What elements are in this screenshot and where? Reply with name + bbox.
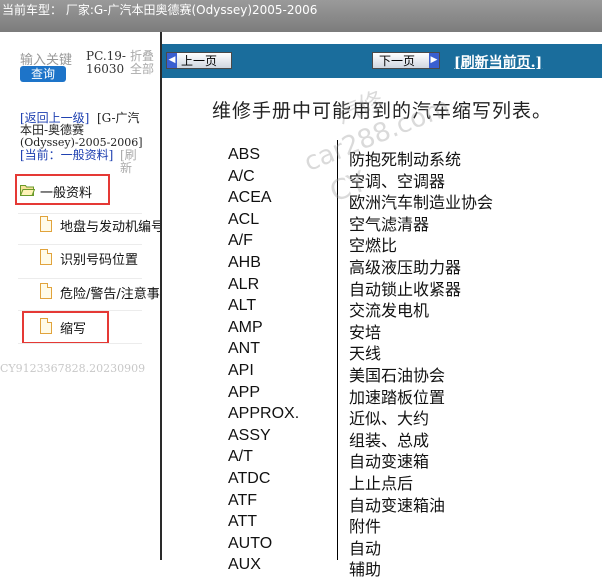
abbreviation-row: ABS 防抱死制动系统 — [228, 146, 598, 169]
abbreviation-code: ALT — [228, 297, 257, 315]
abbreviation-row: A/T 自动变速箱 — [228, 448, 598, 472]
search-button[interactable]: 查询 — [20, 66, 66, 82]
abbreviation-row: ATF 自动变速箱油 — [228, 491, 598, 515]
abbreviation-description: 自动变速箱 — [349, 452, 430, 472]
abbreviation-code: ASSY — [228, 426, 271, 444]
document-icon — [40, 249, 52, 265]
abbreviation-description: 交流发电机 — [349, 301, 430, 321]
abbreviation-code: AUX — [228, 556, 261, 574]
abbreviation-row: APP 加速踏板位置 — [228, 383, 598, 407]
highlight-box — [15, 174, 110, 205]
abbreviation-description: 加速踏板位置 — [349, 387, 446, 407]
document-icon — [40, 216, 52, 232]
footer-code: CY9123367828.20230909 — [0, 362, 146, 375]
prev-page-button[interactable]: ◀ 上一页 — [166, 52, 232, 69]
abbreviation-row: A/C 空调、空调器 — [228, 167, 598, 191]
abbreviation-row: ALR 自动锁止收紧器 — [228, 275, 598, 299]
abbreviation-row: ANT 天线 — [228, 340, 598, 364]
abbreviation-description: 空调、空调器 — [349, 171, 446, 191]
abbreviation-code: ALR — [228, 275, 260, 293]
abbreviation-code: ANT — [228, 340, 260, 358]
window-title-bar: 当前车型： 厂家:G-广汽本田奥德赛(Odyssey)2005-2006 — [0, 0, 602, 32]
abbreviation-description: 防抱死制动系统 — [349, 150, 462, 169]
abbreviation-row: AHB 高级液压助力器 — [228, 254, 598, 277]
abbreviation-row: ATDC 上止点后 — [228, 470, 598, 493]
abbreviation-code: ATT — [228, 513, 258, 531]
abbreviation-row: ACEA 欧洲汽车制造业协会 — [228, 189, 598, 213]
abbreviation-description: 天线 — [349, 344, 382, 364]
abbreviation-code: APPROX. — [228, 405, 300, 423]
abbreviation-code: AHB — [228, 254, 261, 271]
abbreviation-description: 附件 — [349, 517, 382, 537]
abbreviation-description: 上止点后 — [349, 474, 414, 493]
abbreviation-row: ATT 附件 — [228, 513, 598, 537]
next-page-label: 下一页 — [379, 54, 416, 68]
refresh-page-link[interactable]: [刷新当前页.] — [454, 52, 542, 72]
code-line-2: 16030 — [86, 62, 125, 76]
abbreviation-description: 空燃比 — [349, 236, 398, 256]
prev-page-label: 上一页 — [181, 54, 218, 68]
abbreviation-description: 安培 — [349, 322, 382, 342]
abbreviation-description: 高级液压助力器 — [349, 258, 462, 277]
arrow-left-icon: ◀ — [167, 53, 177, 68]
next-page-button[interactable]: 下一页 ▶ — [372, 52, 440, 69]
divider — [18, 244, 142, 245]
abbreviation-description: 近似、大约 — [349, 409, 430, 429]
abbreviation-code: ATF — [228, 491, 258, 509]
abbreviation-code: AUTO — [228, 534, 273, 552]
tree-label: 危险/警告/注意事项 — [60, 287, 162, 302]
abbreviation-code: A/C — [228, 167, 255, 185]
abbreviation-description: 自动 — [349, 538, 382, 558]
divider — [18, 343, 142, 344]
abbreviation-code: ABS — [228, 146, 261, 163]
refresh-link-short-2[interactable]: 新 — [120, 162, 132, 175]
abbreviation-code: API — [228, 362, 254, 379]
arrow-right-icon: ▶ — [429, 53, 439, 68]
document-title: 维修手册中可能用到的汽车缩写列表。 — [212, 100, 553, 122]
highlight-box — [22, 311, 109, 344]
abbreviation-code: A/T — [228, 448, 253, 466]
abbreviation-code: ATDC — [228, 470, 271, 487]
abbreviation-code: AMP — [228, 318, 263, 336]
abbreviation-row: API 美国石油协会 — [228, 362, 598, 385]
divider — [18, 213, 142, 214]
sidebar: 输入关键 PC.19- 16030 折叠 全部 [返回上一级] [G-广汽 本田… — [0, 32, 162, 560]
abbreviation-code: ACL — [228, 210, 260, 228]
page-nav-bar: ◀ 上一页 下一页 ▶ [刷新当前页.] — [162, 44, 602, 78]
abbreviation-row: APPROX. 近似、大约 — [228, 405, 598, 429]
tree-label: 识别号码位置 — [60, 253, 139, 268]
abbreviation-row: ACL 空气滤清器 — [228, 210, 598, 234]
abbreviation-description: 组装、总成 — [349, 430, 430, 450]
tree-label: 地盘与发动机编号 — [60, 220, 162, 235]
abbreviation-description: 自动锁止收紧器 — [349, 279, 462, 299]
divider — [18, 278, 142, 279]
abbreviation-code: APP — [228, 383, 261, 401]
abbreviation-row: ALT 交流发电机 — [228, 297, 598, 321]
abbreviation-row: ASSY 组装、总成 — [228, 426, 598, 450]
abbreviation-description: 自动变速箱油 — [349, 495, 446, 515]
collapse-all-link-2[interactable]: 全部 — [130, 63, 154, 76]
abbreviation-code: A/F — [228, 232, 253, 250]
breadcrumb-line-1: [G-广汽 — [97, 111, 140, 125]
abbreviation-row: A/F 空燃比 — [228, 232, 598, 256]
current-section-label: [当前：一般资料] — [20, 148, 114, 162]
abbreviation-description: 美国石油协会 — [349, 366, 446, 385]
abbreviation-row: AMP 安培 — [228, 318, 598, 342]
abbreviation-row: AUTO 自动 — [228, 534, 598, 558]
current-model-label: 当前车型： 厂家:G-广汽本田奥德赛(Odyssey)2005-2006 — [2, 3, 318, 17]
abbreviation-code: ACEA — [228, 189, 272, 207]
abbreviation-description: 欧洲汽车制造业协会 — [349, 193, 494, 213]
document-icon — [40, 283, 52, 299]
abbreviation-description: 空气滤清器 — [349, 214, 430, 234]
